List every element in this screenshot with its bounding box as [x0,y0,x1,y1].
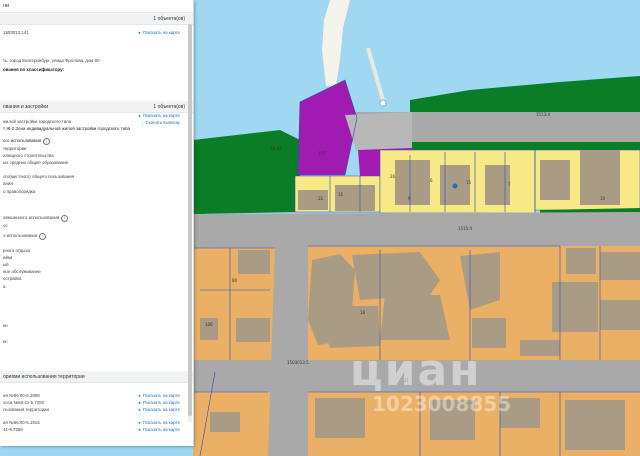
show-on-map-link[interactable]: ● Показать на карте [138,30,180,35]
zouit-info: ия №66:00-6.1908 ● Показать на карте хоса… [0,383,193,446]
section-zouit-head[interactable]: ориями использования территории [0,371,193,383]
map-label: 106 [205,322,213,327]
show-on-map-link[interactable]: ● Показать на карте [138,420,180,425]
map-label: 2Б [318,196,324,201]
pin-icon: ● [138,407,141,412]
aux-use-item: ийка [3,255,13,260]
zouit-item: ия №66:00-6.1908 [3,393,40,398]
panel-header: ни [0,0,193,13]
pin-icon: ● [138,113,141,118]
download-icon: ↓ [141,120,144,125]
section-title: ориями использования территории [3,374,85,380]
road-vertical [268,246,308,456]
show-on-map-link[interactable]: ● Показать на карте [138,427,180,432]
info-icon[interactable]: i [43,138,51,145]
section-title: ования и застройки [3,104,49,110]
conditional-use-item: ос [3,223,8,228]
info-icon[interactable]: i [39,233,47,240]
main-use-item: ого(местного) общего пользования [3,174,75,179]
zouit-item: льзования территории [3,407,49,412]
show-on-map-link[interactable]: ● Показать на карте [138,407,180,412]
aux-use-item: не [3,323,8,328]
main-use-item: о правопорядка [3,189,36,194]
show-on-map-link[interactable]: ● Показать на карте [138,393,180,398]
watermark-number: 1023008855 [372,392,512,416]
info-icon[interactable]: i [61,215,69,222]
zouit-item: ия №66:00-6.1915 [3,420,40,425]
main-use-item: территории [3,146,27,151]
aux-use-item: а [3,284,6,289]
pin-icon: ● [138,30,141,35]
parcel-address: ть, город Екатеринбург, улица Фролова, д… [3,58,100,63]
section-parcels-head[interactable]: 1 объекта(ов) [0,13,193,25]
show-on-map-link[interactable]: ● Показать на карте [138,113,180,118]
show-on-map-link[interactable]: ● Показать на карте [138,400,180,405]
map-label: 80 [232,278,238,283]
selected-parcel-marker[interactable] [452,183,458,189]
zouit-item: 41-6.7250 [3,427,23,432]
zoning-info: жилой застройки городского типа т Ж-2 Зо… [0,113,193,371]
pier-marker [379,99,387,107]
aux-use-head: о использования i [3,233,47,240]
map-label: 1515:4 [458,226,473,231]
map-label: 15 [466,180,472,185]
cadastral-number: 1503013:141 [3,30,29,35]
main-use-item: ания [3,181,13,186]
panel-title: ни [3,3,10,9]
aux-use-item: острайка [3,276,22,281]
download-extract-link[interactable]: ↓ Скачать выписку [141,120,180,125]
main-use-head: ого использования i [3,138,51,145]
aux-use-item: рного отдыха [3,248,30,253]
watermark: циан [350,345,482,396]
map-label: 10 [600,196,606,201]
section-count: 1 объекта(ов) [153,104,185,110]
parcel-gray [345,112,412,150]
section-zoning-head[interactable]: ования и застройки 1 объекта(ов) [0,101,193,113]
pin-icon: ● [138,400,141,405]
panel-scrollbar-thumb[interactable] [188,24,192,416]
map-label: 18 [360,310,366,315]
info-panel: ни 1 объекта(ов) 1503013:141 ● Показать н… [0,0,194,446]
zone-type: жилой застройки городского типа [3,119,72,124]
map-label: 26 [390,174,396,179]
parcel-info: 1503013:141 ● Показать на карте ть, город… [0,25,193,101]
road-main [193,212,640,248]
main-use-item: илищного строительства [3,153,54,158]
green-zone-west [193,130,300,214]
map-label: 66:41: [270,146,283,151]
aux-use-item: нс [3,339,8,344]
zone-value: т Ж-2 Зона индивидуальной жилой застройк… [3,126,130,131]
aux-use-item: ное обслуживание [3,269,41,274]
map-label: 1513:4 [536,112,551,117]
main-use-item: ых средних общее образование [3,160,69,165]
map-label: 15 [338,192,344,197]
classifier-label: ования по классификатору: [3,67,64,72]
aux-use-item: ый [3,262,9,267]
map-label: 1503013:5 [287,360,309,365]
pin-icon: ● [138,393,141,398]
map-label: 157 [318,151,326,156]
section-count: 1 объекта(ов) [153,16,185,22]
conditional-use-head: овешенного использования i [3,215,69,222]
zouit-item: хоса №66:41-6.7250 [3,400,45,405]
pin-icon: ● [138,420,141,425]
pin-icon: ● [138,427,141,432]
